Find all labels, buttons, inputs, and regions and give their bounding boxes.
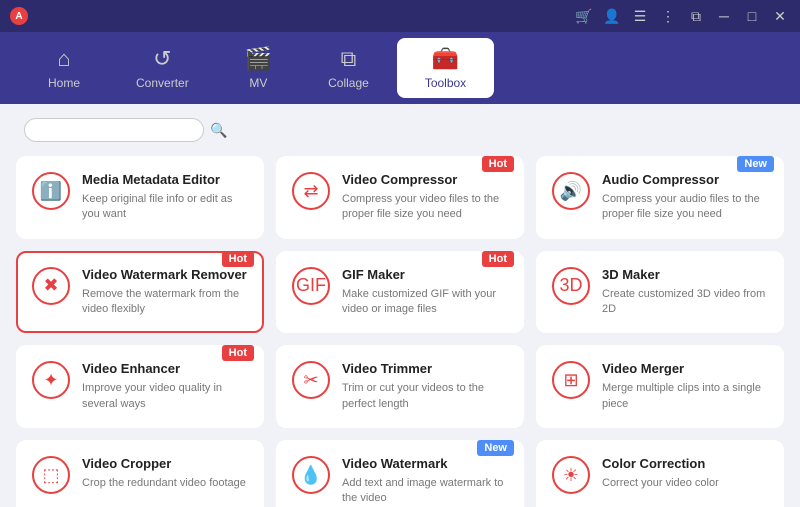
video-trimmer-icon: ✂ — [292, 361, 330, 399]
main-content: 🔍 ℹ️ Media Metadata Editor Keep original f… — [0, 104, 800, 507]
nav-label-converter: Converter — [136, 76, 189, 90]
search-input[interactable] — [24, 118, 204, 142]
tool-text-video-watermark: Video Watermark Add text and image waterm… — [342, 456, 508, 507]
tool-text-color-correction: Color Correction Correct your video color — [602, 456, 768, 491]
grid-icon[interactable]: ⋮ — [658, 8, 678, 25]
tool-desc-video-enhancer: Improve your video quality in several wa… — [82, 381, 248, 412]
collage-icon: ⧉ — [341, 46, 357, 72]
tool-title-video-enhancer: Video Enhancer — [82, 361, 248, 378]
home-icon: ⌂ — [57, 46, 70, 72]
tool-card-video-trimmer[interactable]: ✂ Video Trimmer Trim or cut your videos to… — [276, 345, 524, 428]
nav-label-collage: Collage — [328, 76, 369, 90]
tool-desc-3d-maker: Create customized 3D video from 2D — [602, 287, 768, 318]
tool-card-video-merger[interactable]: ⊞ Video Merger Merge multiple clips into a… — [536, 345, 784, 428]
gif-maker-icon: GIF — [292, 267, 330, 305]
menu-icon[interactable]: ☰ — [630, 8, 650, 25]
minimize-icon[interactable]: ─ — [714, 8, 734, 24]
tool-desc-color-correction: Correct your video color — [602, 476, 768, 491]
video-watermark-remover-icon: ✖ — [32, 267, 70, 305]
tools-grid: ℹ️ Media Metadata Editor Keep original fil… — [16, 156, 784, 507]
tool-card-color-correction[interactable]: ☀ Color Correction Correct your video colo… — [536, 440, 784, 507]
tool-card-video-compressor[interactable]: Hot ⇄ Video Compressor Compress your video … — [276, 156, 524, 239]
tool-card-3d-maker[interactable]: 3D 3D Maker Create customized 3D video fro… — [536, 251, 784, 334]
audio-compressor-icon: 🔊 — [552, 172, 590, 210]
tool-text-audio-compressor: Audio Compressor Compress your audio file… — [602, 172, 768, 223]
close-icon[interactable]: ✕ — [770, 8, 790, 25]
nav-item-converter[interactable]: ↺ Converter — [108, 38, 217, 98]
color-correction-icon: ☀ — [552, 456, 590, 494]
nav-label-home: Home — [48, 76, 80, 90]
tool-card-video-cropper[interactable]: ⬚ Video Cropper Crop the redundant video f… — [16, 440, 264, 507]
tool-title-video-cropper: Video Cropper — [82, 456, 248, 473]
tool-text-gif-maker: GIF Maker Make customized GIF with your v… — [342, 267, 508, 318]
tool-text-video-cropper: Video Cropper Crop the redundant video fo… — [82, 456, 248, 491]
video-watermark-icon: 💧 — [292, 456, 330, 494]
media-metadata-editor-icon: ℹ️ — [32, 172, 70, 210]
badge-video-compressor: Hot — [482, 156, 514, 172]
tool-text-3d-maker: 3D Maker Create customized 3D video from … — [602, 267, 768, 318]
tool-card-video-watermark[interactable]: New 💧 Video Watermark Add text and image wa… — [276, 440, 524, 507]
video-enhancer-icon: ✦ — [32, 361, 70, 399]
toolbox-icon: 🧰 — [432, 46, 459, 72]
tool-desc-video-watermark-remover: Remove the watermark from the video flex… — [82, 287, 248, 318]
badge-video-watermark: New — [477, 440, 514, 456]
tool-card-video-watermark-remover[interactable]: Hot ✖ Video Watermark Remover Remove the wa… — [16, 251, 264, 334]
tool-card-media-metadata-editor[interactable]: ℹ️ Media Metadata Editor Keep original fil… — [16, 156, 264, 239]
titlebar: A 🛒 👤 ☰ ⋮ ⧉ ─ □ ✕ — [0, 0, 800, 32]
tool-title-video-compressor: Video Compressor — [342, 172, 508, 189]
tool-title-media-metadata-editor: Media Metadata Editor — [82, 172, 248, 189]
nav-item-mv[interactable]: 🎬 MV — [217, 38, 300, 98]
search-icon: 🔍 — [210, 122, 227, 139]
converter-icon: ↺ — [153, 46, 171, 72]
tool-desc-media-metadata-editor: Keep original file info or edit as you w… — [82, 192, 248, 223]
titlebar-controls: 🛒 👤 ☰ ⋮ ⧉ ─ □ ✕ — [574, 8, 790, 25]
tool-desc-video-watermark: Add text and image watermark to the vide… — [342, 476, 508, 507]
nav-label-mv: MV — [249, 76, 267, 90]
tool-title-gif-maker: GIF Maker — [342, 267, 508, 284]
maximize-icon[interactable]: □ — [742, 8, 762, 24]
tool-card-audio-compressor[interactable]: New 🔊 Audio Compressor Compress your audio … — [536, 156, 784, 239]
tool-card-gif-maker[interactable]: Hot GIF GIF Maker Make customized GIF with … — [276, 251, 524, 334]
video-merger-icon: ⊞ — [552, 361, 590, 399]
user-icon[interactable]: 👤 — [602, 8, 622, 25]
badge-audio-compressor: New — [737, 156, 774, 172]
badge-gif-maker: Hot — [482, 251, 514, 267]
tool-text-video-compressor: Video Compressor Compress your video file… — [342, 172, 508, 223]
tool-title-video-merger: Video Merger — [602, 361, 768, 378]
tool-text-video-merger: Video Merger Merge multiple clips into a … — [602, 361, 768, 412]
navbar: ⌂ Home ↺ Converter 🎬 MV ⧉ Collage 🧰 Toolbox — [0, 32, 800, 104]
tool-desc-gif-maker: Make customized GIF with your video or i… — [342, 287, 508, 318]
nav-label-toolbox: Toolbox — [425, 76, 466, 90]
tool-title-audio-compressor: Audio Compressor — [602, 172, 768, 189]
tool-text-video-watermark-remover: Video Watermark Remover Remove the waterm… — [82, 267, 248, 318]
badge-video-enhancer: Hot — [222, 345, 254, 361]
tool-text-video-enhancer: Video Enhancer Improve your video quality… — [82, 361, 248, 412]
nav-item-toolbox[interactable]: 🧰 Toolbox — [397, 38, 494, 98]
tool-title-video-watermark-remover: Video Watermark Remover — [82, 267, 248, 284]
mv-icon: 🎬 — [245, 46, 272, 72]
tool-card-video-enhancer[interactable]: Hot ✦ Video Enhancer Improve your video qua… — [16, 345, 264, 428]
cart-icon[interactable]: 🛒 — [574, 8, 594, 25]
video-compressor-icon: ⇄ — [292, 172, 330, 210]
tool-text-media-metadata-editor: Media Metadata Editor Keep original file … — [82, 172, 248, 223]
tool-title-color-correction: Color Correction — [602, 456, 768, 473]
nav-item-home[interactable]: ⌂ Home — [20, 38, 108, 98]
tool-desc-video-merger: Merge multiple clips into a single piece — [602, 381, 768, 412]
tool-desc-video-cropper: Crop the redundant video footage — [82, 476, 248, 491]
nav-item-collage[interactable]: ⧉ Collage — [300, 38, 397, 98]
tool-desc-video-trimmer: Trim or cut your videos to the perfect l… — [342, 381, 508, 412]
tool-desc-video-compressor: Compress your video files to the proper … — [342, 192, 508, 223]
tool-text-video-trimmer: Video Trimmer Trim or cut your videos to … — [342, 361, 508, 412]
tool-title-video-watermark: Video Watermark — [342, 456, 508, 473]
tool-desc-audio-compressor: Compress your audio files to the proper … — [602, 192, 768, 223]
search-bar: 🔍 — [16, 118, 784, 142]
video-cropper-icon: ⬚ — [32, 456, 70, 494]
tool-title-3d-maker: 3D Maker — [602, 267, 768, 284]
app-logo: A — [10, 7, 28, 25]
badge-video-watermark-remover: Hot — [222, 251, 254, 267]
tool-title-video-trimmer: Video Trimmer — [342, 361, 508, 378]
3d-maker-icon: 3D — [552, 267, 590, 305]
restore-icon[interactable]: ⧉ — [686, 8, 706, 25]
